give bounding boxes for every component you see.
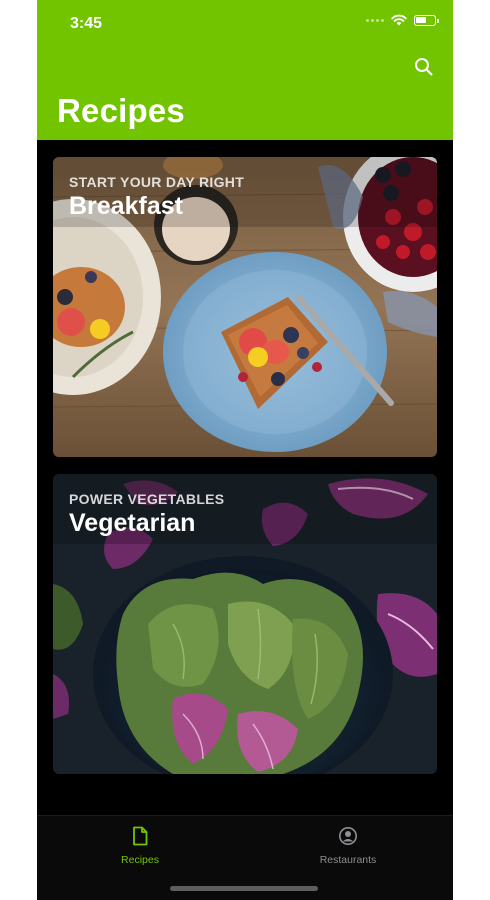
person-circle-icon <box>339 827 357 845</box>
wifi-icon <box>391 14 407 26</box>
card-title: Breakfast <box>69 192 183 220</box>
home-indicator <box>170 886 318 891</box>
recipe-card-vegetarian[interactable]: POWER VEGETABLES Vegetarian <box>53 474 437 774</box>
tab-recipes[interactable]: Recipes <box>70 826 210 866</box>
signal-icon <box>366 18 384 22</box>
tab-label: Restaurants <box>319 854 377 866</box>
recipe-card-breakfast[interactable]: START YOUR DAY RIGHT Breakfast <box>53 157 437 457</box>
tab-restaurants[interactable]: Restaurants <box>278 826 418 866</box>
tab-label: Recipes <box>121 854 159 866</box>
card-subtitle: POWER VEGETABLES <box>69 491 225 507</box>
card-subtitle: START YOUR DAY RIGHT <box>69 174 245 190</box>
battery-icon <box>414 14 439 26</box>
app-screen: 3:45 Recipes START YOUR DAY RIGHT Breakf… <box>37 0 453 900</box>
document-icon <box>133 826 148 846</box>
navigation-header: 3:45 Recipes <box>37 0 453 140</box>
status-icons <box>366 14 439 26</box>
search-icon[interactable] <box>413 56 435 78</box>
status-time: 3:45 <box>70 15 103 32</box>
card-title: Vegetarian <box>69 509 196 537</box>
page-title: Recipes <box>57 92 185 129</box>
